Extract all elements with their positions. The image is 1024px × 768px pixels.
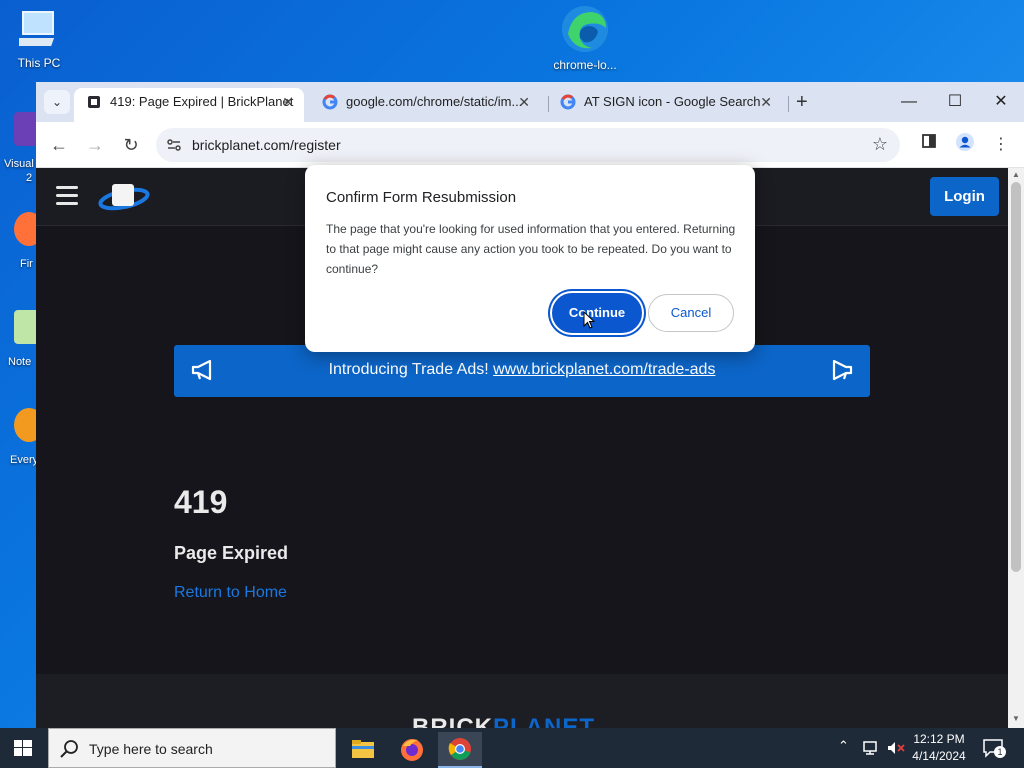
tab-separator	[788, 96, 789, 112]
cancel-button[interactable]: Cancel	[648, 294, 734, 332]
mouse-cursor-icon	[583, 311, 595, 329]
google-favicon-icon	[322, 94, 338, 110]
file-explorer-taskbar-button[interactable]	[340, 732, 384, 768]
desktop-icon-this-pc[interactable]: This PC	[8, 8, 70, 70]
google-favicon-icon	[560, 94, 576, 110]
announcement-prefix: Introducing Trade Ads!	[328, 361, 489, 378]
desktop-icon-chrome-lo[interactable]: chrome-lo...	[548, 4, 622, 72]
edge-browser-icon	[562, 6, 608, 52]
announcement-text: Introducing Trade Ads! www.brickplanet.c…	[174, 361, 870, 379]
return-home-link[interactable]: Return to Home	[174, 584, 287, 602]
site-info-icon	[167, 139, 181, 151]
desktop-icon-label: Visual	[4, 158, 34, 170]
brickplanet-logo[interactable]	[98, 178, 150, 214]
tab-title: google.com/chrome/static/im...	[346, 94, 523, 109]
windows-start-icon[interactable]	[14, 740, 32, 756]
reload-button[interactable]: ↻	[118, 132, 144, 158]
dialog-title: Confirm Form Resubmission	[326, 189, 517, 206]
desktop-icon-label: Every	[10, 454, 39, 466]
side-panel-icon[interactable]	[916, 132, 942, 158]
tab-title: 419: Page Expired | BrickPlanet	[110, 94, 294, 109]
footer-brand-part: PLANET	[493, 714, 595, 728]
desktop-icon-label: This PC	[17, 56, 61, 70]
dialog-body: The page that you're looking for used in…	[326, 222, 736, 276]
desktop-icon-label: Fir	[20, 258, 33, 270]
forward-button[interactable]: →	[82, 132, 108, 158]
desktop-icon-everything[interactable]: Every	[0, 408, 44, 466]
scrollbar-thumb[interactable]	[1011, 182, 1021, 572]
site-footer: BRICKPLANET	[36, 674, 1008, 728]
maximize-button[interactable]: ☐	[932, 88, 978, 116]
scroll-up-arrow[interactable]: ▲	[1008, 170, 1024, 179]
tab-google-static[interactable]: google.com/chrome/static/im... ✕	[310, 88, 540, 122]
tab-page-expired[interactable]: 419: Page Expired | BrickPlanet ✕	[74, 88, 304, 122]
error-code: 419	[174, 484, 228, 520]
address-bar[interactable]: brickplanet.com/register ☆	[156, 128, 900, 162]
tab-at-sign-search[interactable]: AT SIGN icon - Google Search ✕	[548, 88, 782, 122]
close-window-button[interactable]: ✕	[978, 88, 1024, 116]
announcement-banner: Introducing Trade Ads! www.brickplanet.c…	[174, 345, 870, 397]
firefox-icon	[401, 739, 423, 761]
desktop-icon-firefox[interactable]: Fir	[0, 212, 44, 270]
chrome-icon	[448, 738, 471, 760]
firefox-taskbar-button[interactable]	[390, 732, 434, 768]
clock-date: 4/14/2024	[912, 749, 966, 763]
system-clock[interactable]: 12:12 PM 4/14/2024	[904, 731, 974, 765]
login-button[interactable]: Login	[930, 177, 999, 216]
new-tab-button[interactable]: +	[796, 90, 808, 114]
notification-center-icon[interactable]: 1	[982, 738, 1006, 758]
show-hidden-icons-chevron-icon[interactable]: ⌃	[838, 738, 849, 754]
trade-ads-link[interactable]: www.brickplanet.com/trade-ads	[493, 361, 715, 378]
profile-avatar-icon[interactable]	[952, 132, 978, 158]
back-button[interactable]: ←	[46, 132, 72, 158]
page-scrollbar[interactable]: ▲ ▼	[1008, 168, 1024, 728]
desktop-icon-label: Note	[8, 356, 32, 368]
megaphone-icon	[832, 359, 853, 381]
tab-search-button[interactable]: ⌄	[44, 90, 70, 114]
notification-count: 1	[994, 746, 1006, 758]
desktop-icon-visual-studio[interactable]: Visual 2	[0, 112, 44, 184]
footer-brand-part: BRICK	[412, 714, 493, 728]
brickplanet-favicon-icon	[88, 96, 100, 108]
search-placeholder: Type here to search	[89, 741, 213, 757]
network-icon[interactable]	[862, 740, 880, 756]
confirm-resubmission-dialog: Confirm Form Resubmission The page that …	[305, 165, 755, 352]
footer-brand-logo: BRICKPLANET	[412, 714, 595, 728]
browser-toolbar: ← → ↻ brickplanet.com/register ☆ ⋮	[36, 122, 1024, 168]
clock-time: 12:12 PM	[913, 732, 965, 746]
desktop-icon-label: chrome-lo...	[553, 58, 617, 72]
desktop-icon-label: 2	[26, 172, 33, 184]
continue-button[interactable]: Continue	[552, 293, 642, 333]
folder-icon	[352, 740, 374, 758]
minimize-button[interactable]: —	[886, 88, 932, 116]
chevron-down-icon: ⌄	[51, 95, 63, 109]
close-tab-icon[interactable]: ✕	[282, 88, 294, 116]
search-icon	[60, 740, 78, 758]
chrome-taskbar-button[interactable]	[438, 732, 482, 768]
computer-icon	[19, 11, 55, 46]
scroll-down-arrow[interactable]: ▼	[1008, 714, 1024, 723]
taskbar-search-box[interactable]: Type here to search	[48, 728, 336, 768]
hamburger-menu-icon[interactable]	[56, 186, 78, 205]
taskbar: Type here to search ⌃ 12:12 PM 4/14/2024…	[0, 728, 1024, 768]
more-menu-icon[interactable]: ⋮	[988, 132, 1014, 158]
close-tab-icon[interactable]: ✕	[760, 88, 772, 116]
tab-strip: ⌄ 419: Page Expired | BrickPlanet ✕ goog…	[36, 82, 1024, 122]
desktop-icon-notepad[interactable]: Note	[0, 310, 44, 368]
close-tab-icon[interactable]: ✕	[518, 88, 530, 116]
error-message: Page Expired	[174, 543, 289, 563]
bookmark-star-icon[interactable]: ☆	[872, 134, 888, 155]
url-text: brickplanet.com/register	[192, 137, 341, 153]
tab-title: AT SIGN icon - Google Search	[584, 94, 761, 109]
volume-muted-icon[interactable]	[886, 740, 906, 756]
